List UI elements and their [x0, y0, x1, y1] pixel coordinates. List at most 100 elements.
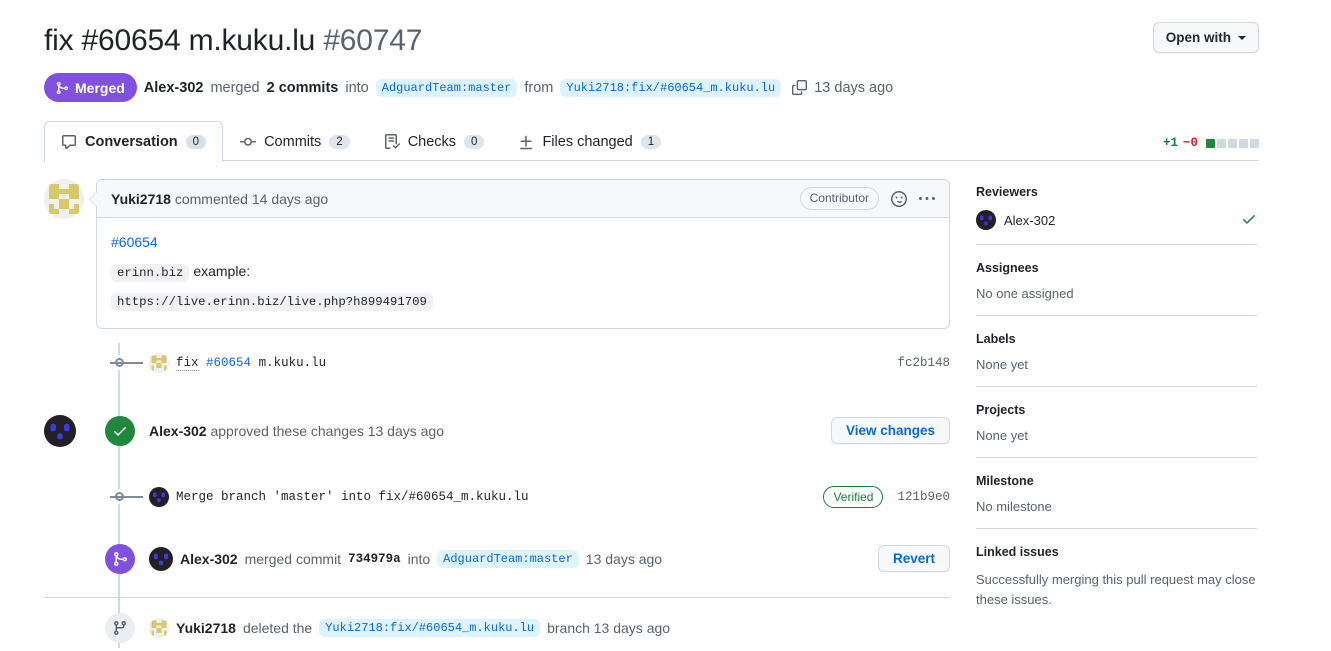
reviewers-title[interactable]: Reviewers	[976, 185, 1257, 199]
sidebar-section-labels: Labels None yet	[976, 330, 1257, 387]
timeline-approval-row: Alex-302 approved these changes 13 days …	[44, 405, 950, 457]
merged-row-right: Revert	[877, 545, 950, 573]
timeline-merged-row: Alex-302 merged commit 734979a into Adgu…	[44, 539, 950, 579]
comment-example-line: erinn.biz example:	[111, 261, 935, 283]
commit-row-content: fix #60654 m.kuku.lu fc2b148	[149, 352, 950, 373]
labels-title[interactable]: Labels	[976, 332, 1257, 346]
merged-by-user[interactable]: Alex-302	[144, 80, 204, 96]
tab-files-changed[interactable]: Files changed 1	[501, 121, 678, 162]
comment-icon	[62, 135, 76, 149]
reviewer-name[interactable]: Alex-302	[1004, 213, 1055, 228]
example-label: example:	[193, 262, 251, 279]
sidebar-section-assignees: Assignees No one assigned	[976, 259, 1257, 316]
linked-issues-value: Successfully merging this pull request m…	[976, 572, 1256, 607]
identicon-alex-302	[149, 486, 169, 507]
deleter-name[interactable]: Yuki2718	[176, 620, 236, 636]
comment-byline: Yuki2718 commented 14 days ago	[111, 191, 328, 207]
avatar[interactable]	[44, 179, 84, 219]
milestone-title[interactable]: Milestone	[976, 474, 1257, 488]
diffstat-deletions: −0	[1182, 136, 1198, 150]
commit-dot-icon	[110, 355, 143, 371]
git-merge-icon	[56, 81, 69, 94]
revert-button[interactable]: Revert	[877, 545, 950, 573]
check-icon	[1241, 211, 1257, 230]
checklist-icon	[384, 134, 400, 149]
copy-icon[interactable]	[792, 80, 808, 95]
pr-body: Yuki2718 commented 14 days ago Contribut…	[0, 179, 1331, 648]
tab-label: Commits	[264, 134, 322, 150]
pull-request-page: fix #60654 m.kuku.lu #60747 Open with Me…	[0, 0, 1331, 651]
tab-count: 0	[185, 135, 207, 149]
smiley-icon[interactable]	[891, 190, 907, 207]
diffstat-block	[1239, 138, 1248, 148]
approval-action: approved these changes 13 days ago	[210, 422, 444, 439]
page-title: fix #60654 m.kuku.lu #60747	[44, 22, 422, 60]
commit-sha[interactable]: 121b9e0	[897, 490, 950, 504]
branch-deleted-content: Yuki2718 deleted the Yuki2718:fix/#60654…	[149, 617, 950, 638]
timeline-commit-row: Merge branch 'master' into fix/#60654_m.…	[44, 477, 950, 517]
commit-issue-link[interactable]: #60654	[206, 356, 251, 370]
avatar[interactable]	[149, 617, 169, 638]
identicon-yuki2718	[149, 352, 169, 373]
commits-count-text[interactable]: 2 commits	[267, 80, 339, 96]
deleted-verb: deleted the	[242, 619, 313, 636]
tab-commits[interactable]: Commits 2	[223, 121, 367, 162]
commit-sha[interactable]: fc2b148	[897, 356, 950, 370]
diffstat-additions: +1	[1162, 136, 1178, 150]
avatar[interactable]	[149, 546, 173, 571]
merged-base-branch-chip[interactable]: AdguardTeam:master	[437, 549, 579, 568]
tab-conversation[interactable]: Conversation 0	[44, 121, 224, 162]
commit-row-content: Merge branch 'master' into fix/#60654_m.…	[149, 485, 950, 508]
comment-header: Yuki2718 commented 14 days ago Contribut…	[97, 180, 949, 218]
base-branch-chip[interactable]: AdguardTeam:master	[375, 78, 518, 97]
comment-body: #60654 erinn.biz example: https://live.e…	[97, 218, 949, 328]
comment-author[interactable]: Yuki2718	[111, 191, 171, 207]
head-branch-chip[interactable]: Yuki2718:fix/#60654_m.kuku.lu	[560, 78, 782, 97]
open-with-button[interactable]: Open with	[1152, 22, 1259, 53]
timeline: fix #60654 m.kuku.lu fc2b148 Alex-302 ap…	[44, 342, 950, 648]
merged-commit-sha[interactable]: 734979a	[348, 552, 401, 566]
check-circle-icon	[105, 415, 135, 446]
merger-name[interactable]: Alex-302	[180, 551, 238, 567]
verified-badge[interactable]: Verified	[823, 485, 884, 508]
comment-issue-ref-line: #60654	[111, 232, 935, 254]
avatar[interactable]	[976, 210, 996, 230]
reviewer-row: Alex-302	[976, 210, 1257, 230]
code-domain: erinn.biz	[111, 263, 190, 282]
comment-action: commented 14 days ago	[174, 190, 329, 207]
commit-row-right: fc2b148	[897, 356, 950, 370]
pr-tabs: Conversation 0 Commits 2 Checks 0 Files …	[0, 120, 1331, 162]
into-text: into	[345, 79, 369, 96]
commit-row-right: Verified 121b9e0	[823, 485, 950, 508]
view-changes-button[interactable]: View changes	[830, 417, 950, 445]
tab-checks[interactable]: Checks 0	[367, 121, 502, 162]
merged-verb: merged commit	[244, 550, 342, 567]
approval-row-right: View changes	[830, 417, 950, 445]
status-badge-label: Merged	[75, 79, 125, 96]
commit-dot-icon	[110, 489, 143, 505]
merged-into-text: into	[407, 550, 431, 567]
issue-link[interactable]: #60654	[111, 234, 158, 250]
git-merge-icon	[105, 543, 135, 574]
avatar[interactable]	[44, 414, 76, 447]
avatar[interactable]	[149, 486, 169, 507]
tab-count: 2	[329, 135, 350, 149]
assignees-title[interactable]: Assignees	[976, 261, 1257, 275]
approver-name[interactable]: Alex-302	[149, 423, 207, 439]
avatar[interactable]	[149, 352, 169, 373]
linked-issues-title[interactable]: Linked issues	[976, 545, 1257, 559]
identicon-yuki2718	[149, 617, 169, 638]
projects-value: None yet	[976, 428, 1029, 443]
commit-message[interactable]: Merge branch 'master' into fix/#60654_m.…	[176, 490, 529, 504]
diffstat[interactable]: +1 −0	[1163, 136, 1259, 150]
approval-text: Alex-302 approved these changes 13 days …	[149, 423, 444, 439]
kebab-horizontal-icon[interactable]	[919, 191, 935, 207]
git-branch-icon	[105, 612, 135, 643]
comment-url-line: https://live.erinn.biz/live.php?h8994917…	[111, 290, 935, 312]
projects-title[interactable]: Projects	[976, 403, 1257, 417]
tab-list: Conversation 0 Commits 2 Checks 0 Files …	[44, 120, 1259, 162]
comment-box: Yuki2718 commented 14 days ago Contribut…	[89, 179, 950, 329]
commit-message: fix #60654 m.kuku.lu	[176, 355, 326, 371]
commit-message-prefix[interactable]: fix	[176, 355, 199, 371]
from-text: from	[524, 79, 554, 96]
